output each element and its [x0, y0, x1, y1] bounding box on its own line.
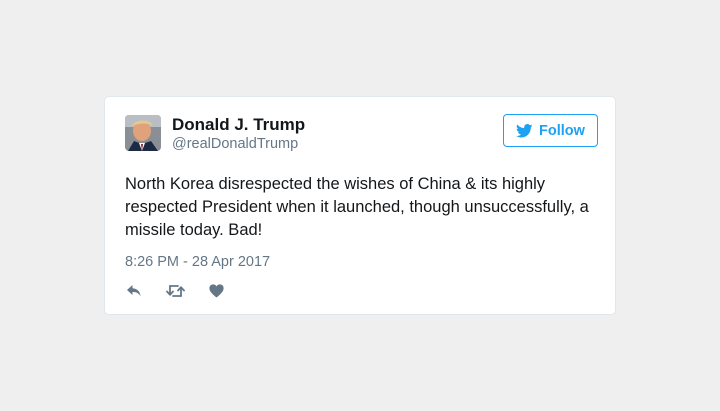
author-avatar[interactable] — [125, 115, 161, 151]
author-display-name[interactable]: Donald J. Trump — [172, 115, 305, 135]
reply-button[interactable] — [124, 281, 144, 301]
profile-photo — [125, 115, 161, 151]
like-button[interactable] — [206, 281, 226, 301]
tweet-card: Donald J. Trump @realDonaldTrump Follow … — [104, 96, 616, 315]
retweet-icon — [165, 285, 185, 297]
retweet-button[interactable] — [165, 281, 185, 301]
tweet-text: North Korea disrespected the wishes of C… — [125, 175, 589, 239]
tweet-actions — [124, 281, 226, 301]
follow-button[interactable]: Follow — [503, 114, 598, 147]
heart-icon — [208, 284, 224, 298]
tweet-timestamp[interactable]: 8:26 PM - 28 Apr 2017 — [125, 253, 270, 271]
reply-icon — [127, 285, 141, 297]
twitter-bird-icon — [516, 123, 533, 138]
follow-button-label: Follow — [539, 122, 585, 139]
author-handle[interactable]: @realDonaldTrump — [172, 135, 298, 153]
